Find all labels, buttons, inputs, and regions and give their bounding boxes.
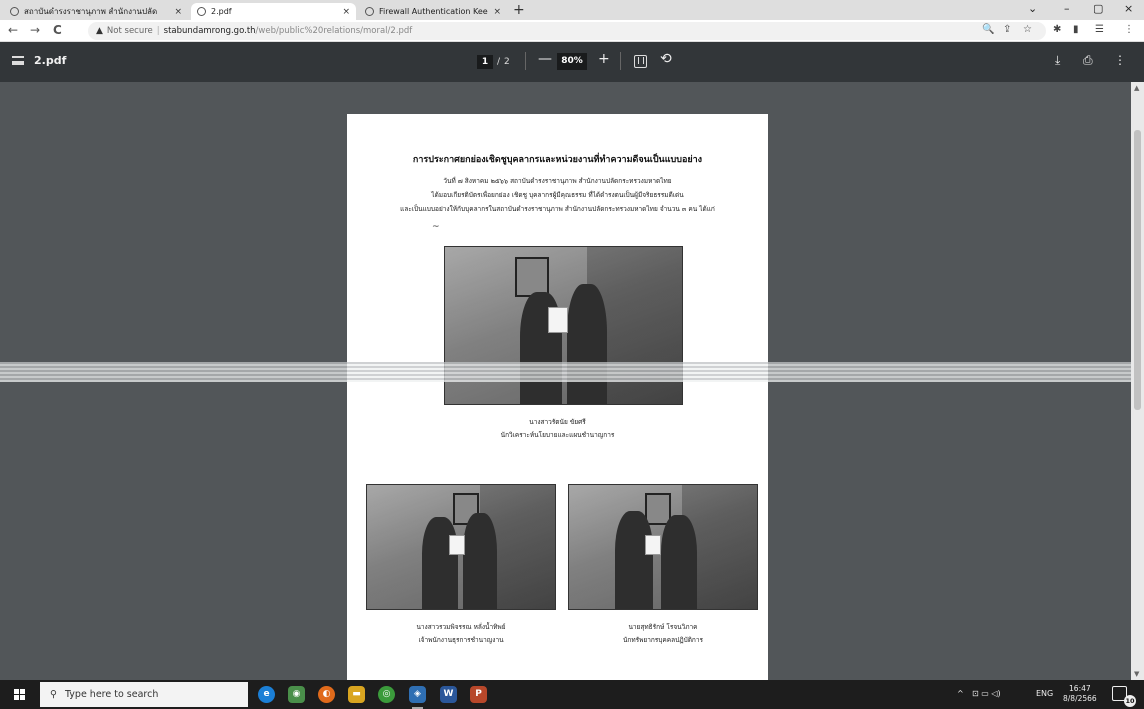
minimize-button[interactable]: – <box>1064 2 1070 16</box>
powerpoint-app-icon[interactable]: P <box>470 686 487 703</box>
maximize-button[interactable]: ▢ <box>1093 2 1103 16</box>
reload-button[interactable]: C <box>53 23 62 37</box>
search-icon: ⚲ <box>50 689 57 700</box>
caption-position: เจ้าพนักงานธุรการชำนาญงาน <box>418 636 504 644</box>
scrollbar-thumb[interactable] <box>1134 130 1141 410</box>
caption-position: นักทรัพยากรบุคคลปฏิบัติการ <box>622 636 704 644</box>
taskbar-search-box[interactable]: ⚲ Type here to search <box>40 682 248 707</box>
hamburger-menu-icon[interactable] <box>12 56 24 65</box>
print-icon[interactable]: ⎙ <box>1083 53 1093 68</box>
tray-chevron-icon[interactable]: ^ <box>957 689 964 698</box>
vertical-scrollbar[interactable]: ▲ ▼ <box>1131 82 1144 680</box>
pdf-more-options-icon[interactable]: ⋮ <box>1114 53 1126 67</box>
search-placeholder: Type here to search <box>64 689 159 700</box>
chrome-app-icon[interactable]: ◎ <box>378 686 395 703</box>
tab-title: 2.pdf <box>211 7 232 16</box>
zoom-icon[interactable]: 🔍 <box>982 24 994 35</box>
pdf-title: 2.pdf <box>34 54 67 67</box>
scroll-down-arrow-icon[interactable]: ▼ <box>1134 670 1139 678</box>
tab-search-button[interactable]: ⌄ <box>1028 2 1037 16</box>
taskbar-clock[interactable]: 16:47 8/8/2566 <box>1063 684 1097 704</box>
page-total: 2 <box>504 56 510 67</box>
language-indicator[interactable]: ENG <box>1036 689 1053 698</box>
caption-name: นายสุทธิรักษ์ โรจนวิภาค <box>628 623 698 631</box>
back-button[interactable]: ← <box>8 23 18 37</box>
globe-icon <box>197 7 206 16</box>
download-icon[interactable]: ⤓ <box>1055 53 1060 68</box>
zoom-in-button[interactable]: + <box>598 51 610 67</box>
tab-title: Firewall Authentication Keepalive <box>379 7 488 16</box>
scroll-up-arrow-icon[interactable]: ▲ <box>1134 84 1139 92</box>
tab-2-pdf[interactable]: 2.pdf × <box>191 3 356 20</box>
chat-app-icon[interactable]: ◉ <box>288 686 305 703</box>
url-path: /web/public%20relations/moral/2.pdf <box>255 26 413 36</box>
bookmark-star-icon[interactable]: ☆ <box>1023 24 1032 35</box>
photos-app-icon[interactable]: ◈ <box>409 686 426 709</box>
edge-app-icon[interactable]: e <box>258 686 275 703</box>
globe-icon <box>10 7 19 16</box>
browser-toolbar: ← → C ▲ Not secure | stabundamrong.go.th… <box>0 20 1144 42</box>
share-icon[interactable]: ⇪ <box>1003 24 1011 35</box>
zoom-level-input[interactable]: 80% <box>557 53 587 70</box>
warning-icon[interactable]: ▲ <box>96 26 103 36</box>
url-host: stabundamrong.go.th <box>163 26 256 36</box>
tray-status-icons[interactable]: ⊡ ▭ ◁) <box>972 689 1001 698</box>
award-photo-right <box>568 484 758 610</box>
document-paragraph-line: และเป็นแบบอย่างให้กับบุคลากรในสถาบันดำรง… <box>400 205 715 213</box>
document-paragraph-line: วันที่ ๗ สิงหาคม ๒๕๖๖ สถาบันดำรงราชานุภา… <box>443 177 672 185</box>
address-separator: | <box>156 26 160 36</box>
caption-name: นางสาวรัตนัย ขัยศรี <box>529 418 586 426</box>
fit-to-page-icon[interactable] <box>634 55 647 68</box>
windows-start-icon[interactable] <box>14 689 25 700</box>
tab-strip: สถาบันดำรงราชานุภาพ สำนักงานปลัด × 2.pdf… <box>0 0 1144 20</box>
toolbar-divider <box>525 52 526 70</box>
page-separator: / <box>497 56 501 67</box>
forward-button[interactable]: → <box>30 23 40 37</box>
tab-close-button[interactable]: × <box>493 7 501 17</box>
caption-name: นางสาวรวมพิจรรณ หลั่งน้ำทิพย์ <box>416 623 506 631</box>
browser-menu-icon[interactable]: ⋮ <box>1124 24 1134 35</box>
pdf-document-area[interactable]: การประกาศยกย่องเชิดชูบุคลากรและหน่วยงานท… <box>0 82 1144 680</box>
caption-position: นักวิเคราะห์นโยบายและแผนชำนาญการ <box>500 431 615 439</box>
tab-close-button[interactable]: × <box>174 7 182 17</box>
tab-close-button[interactable]: × <box>342 7 350 17</box>
page-number-input[interactable]: 1 <box>477 54 493 69</box>
pdf-toolbar: 2.pdf 1 / 2 — 80% + ⟲ ⤓ ⎙ ⋮ <box>0 42 1144 82</box>
profile-icon[interactable]: ☰ <box>1095 24 1104 35</box>
tab-stabundamrong[interactable]: สถาบันดำรงราชานุภาพ สำนักงานปลัด × <box>4 3 188 20</box>
pdf-page: การประกาศยกย่องเชิดชูบุคลากรและหน่วยงานท… <box>347 114 768 680</box>
tab-title: สถาบันดำรงราชานุภาพ สำนักงานปลัด <box>24 7 158 16</box>
address-bar[interactable]: ▲ Not secure | stabundamrong.go.th /web/… <box>88 22 1046 40</box>
award-photo-left <box>366 484 556 610</box>
side-panel-icon[interactable]: ▮ <box>1073 24 1079 35</box>
zoom-out-button[interactable]: — <box>538 51 552 67</box>
close-window-button[interactable]: × <box>1124 2 1133 16</box>
firefox-app-icon[interactable]: ◐ <box>318 686 335 703</box>
clock-date: 8/8/2566 <box>1063 694 1097 703</box>
rotate-icon[interactable]: ⟲ <box>660 51 672 67</box>
toolbar-divider <box>620 52 621 70</box>
clock-time: 16:47 <box>1069 684 1091 693</box>
word-app-icon[interactable]: W <box>440 686 457 703</box>
tab-firewall-authentication[interactable]: Firewall Authentication Keepalive × <box>359 3 507 20</box>
document-dash: ~ <box>432 222 440 232</box>
notification-count-badge: 10 <box>1124 695 1136 707</box>
page-selector: 1 / 2 <box>477 53 510 70</box>
new-tab-button[interactable]: + <box>513 2 525 18</box>
document-heading: การประกาศยกย่องเชิดชูบุคลากรและหน่วยงานท… <box>412 155 703 165</box>
scan-artifact-band <box>0 362 1144 382</box>
file-explorer-app-icon[interactable]: ▬ <box>348 686 365 703</box>
security-label[interactable]: Not secure <box>107 26 153 36</box>
globe-icon <box>365 7 374 16</box>
extensions-icon[interactable]: ✱ <box>1053 24 1061 35</box>
windows-taskbar: ⚲ Type here to search e ◉ ◐ ▬ ◎ ◈ W P ^ … <box>0 680 1144 709</box>
document-paragraph-line: ได้มอบเกียรติบัตรเพื่อยกย่อง เชิดชู บุคล… <box>431 191 684 199</box>
